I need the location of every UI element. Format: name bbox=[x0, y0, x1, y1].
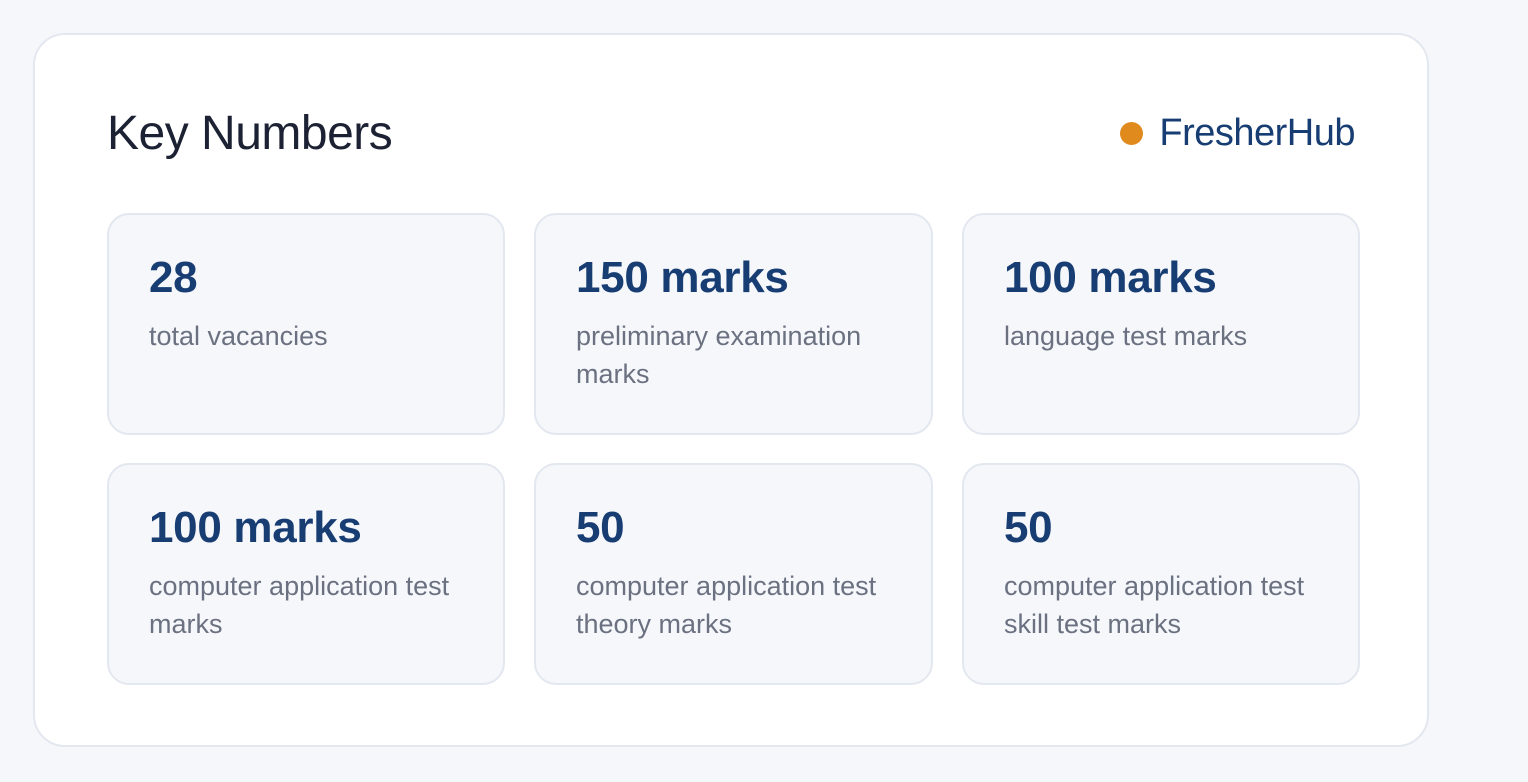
stat-value: 50 bbox=[576, 503, 625, 552]
stat-value: 28 bbox=[149, 253, 198, 302]
stat-card: 50 computer application test theory mark… bbox=[534, 463, 933, 685]
stat-label: computer application test skill test mar… bbox=[1004, 571, 1305, 639]
stat-label: language test marks bbox=[1004, 321, 1248, 351]
stat-label: preliminary examination marks bbox=[576, 321, 862, 389]
stat-label: computer application test theory marks bbox=[576, 571, 877, 639]
stat-card: 28 total vacancies bbox=[107, 213, 505, 435]
stat-label: computer application test marks bbox=[149, 571, 450, 639]
stat-card: 50 computer application test skill test … bbox=[962, 463, 1360, 685]
stat-card: 100 marks computer application test mark… bbox=[107, 463, 505, 685]
brand-name: FresherHub bbox=[1159, 111, 1355, 154]
stat-value: 100 marks bbox=[1004, 253, 1217, 302]
stat-card: 150 marks preliminary examination marks bbox=[534, 213, 933, 435]
stat-value: 100 marks bbox=[149, 503, 362, 552]
card-title: Key Numbers bbox=[107, 106, 393, 160]
stats-grid: 28 total vacancies 150 marks preliminary… bbox=[107, 213, 1360, 685]
stat-label: total vacancies bbox=[149, 321, 328, 351]
stat-value: 150 marks bbox=[576, 253, 789, 302]
stat-card: 100 marks language test marks bbox=[962, 213, 1360, 435]
key-numbers-card: Key Numbers FresherHub 28 total vacancie… bbox=[33, 33, 1429, 747]
brand: FresherHub bbox=[1120, 112, 1355, 155]
brand-dot-icon bbox=[1120, 121, 1144, 145]
stat-value: 50 bbox=[1004, 503, 1053, 552]
card-header: Key Numbers FresherHub bbox=[107, 103, 1355, 163]
